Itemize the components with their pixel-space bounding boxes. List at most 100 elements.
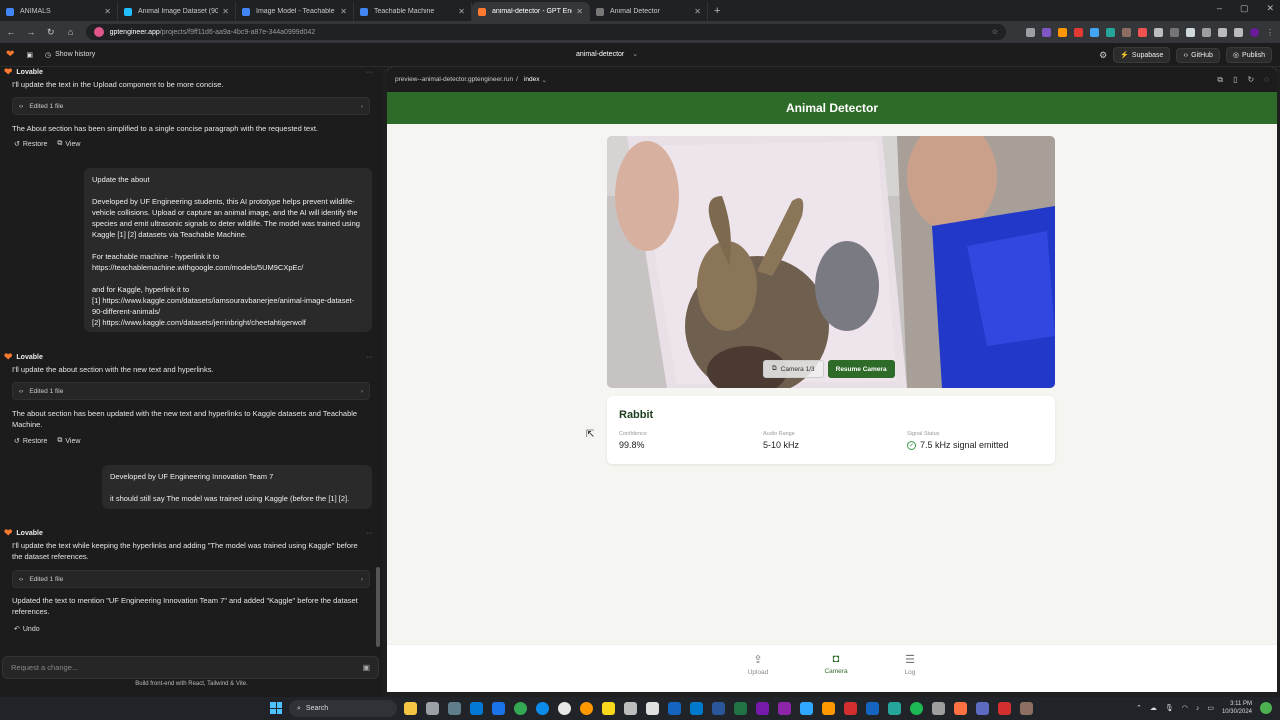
extension-icon[interactable]: [1089, 27, 1099, 37]
minimize-icon[interactable]: –: [1217, 3, 1222, 14]
app-icon[interactable]: [998, 702, 1011, 715]
extension-icon[interactable]: [1121, 27, 1131, 37]
publish-button[interactable]: ◎ Publish: [1225, 47, 1272, 63]
edge-icon[interactable]: [536, 702, 549, 715]
app-icon[interactable]: [1020, 702, 1033, 715]
close-tab-icon[interactable]: ✕: [340, 7, 347, 16]
browser-tab[interactable]: animal-detector - GPT Eng ✕: [472, 2, 590, 21]
download-icon[interactable]: [1217, 27, 1227, 37]
message-menu-icon[interactable]: ···: [366, 354, 373, 361]
clock[interactable]: 3:11 PM 10/30/2024: [1222, 700, 1252, 716]
browser-tab[interactable]: Animal Detector ✕: [590, 2, 708, 21]
nav-camera[interactable]: ◘ Camera: [816, 653, 856, 675]
app-icon[interactable]: [888, 702, 901, 715]
notification-icon[interactable]: [1260, 702, 1272, 714]
forward-icon[interactable]: →: [26, 27, 36, 37]
restore-button[interactable]: ↺ Restore: [14, 140, 47, 149]
chat-input[interactable]: Request a change... ▣: [2, 656, 379, 679]
restore-button[interactable]: ↺ Restore: [14, 437, 47, 446]
preview-url[interactable]: preview--animal-detector.gptengineer.run: [395, 76, 513, 83]
profile-avatar[interactable]: [1249, 27, 1259, 37]
onenote-icon[interactable]: [756, 702, 769, 715]
settings-icon[interactable]: ◌: [1264, 75, 1269, 85]
supabase-button[interactable]: ⚡ Supabase: [1113, 47, 1171, 63]
resume-camera-button[interactable]: Resume Camera: [827, 360, 895, 378]
excel-icon[interactable]: [734, 702, 747, 715]
menu-dots-icon[interactable]: ⋮: [1266, 28, 1274, 37]
microphone-icon[interactable]: 🎙: [1165, 704, 1174, 712]
url-input[interactable]: gptengineer.app/projects/f9ff11d6-aa9a-4…: [85, 24, 1006, 40]
app-icon[interactable]: [668, 702, 681, 715]
app-icon[interactable]: [646, 702, 659, 715]
maximize-icon[interactable]: ▢: [1240, 3, 1249, 14]
browser-tab[interactable]: Teachable Machine ✕: [354, 2, 472, 21]
extension-icon[interactable]: [1073, 27, 1083, 37]
device-mobile-icon[interactable]: ▯: [1233, 75, 1237, 85]
project-name-dropdown[interactable]: animal-detector ⌄: [576, 50, 638, 58]
app-icon[interactable]: [580, 702, 593, 715]
extension-icon[interactable]: [1025, 27, 1035, 37]
undo-button[interactable]: ↶ Undo: [14, 625, 40, 634]
volume-icon[interactable]: ♪: [1196, 705, 1200, 712]
close-tab-icon[interactable]: ✕: [576, 7, 583, 16]
sidebar-icon[interactable]: [1233, 27, 1243, 37]
app-icon[interactable]: [866, 702, 879, 715]
battery-icon[interactable]: ▭: [1207, 704, 1214, 712]
extension-icon[interactable]: [1169, 27, 1179, 37]
spotify-icon[interactable]: [910, 702, 923, 715]
new-tab-button[interactable]: +: [714, 5, 720, 21]
close-tab-icon[interactable]: ✕: [222, 7, 229, 16]
extension-icon[interactable]: [1137, 27, 1147, 37]
app-icon[interactable]: [778, 702, 791, 715]
extension-icon[interactable]: [1153, 27, 1163, 37]
browser-tab[interactable]: ANIMALS ✕: [0, 2, 118, 21]
lovable-logo-icon[interactable]: ❤: [6, 49, 14, 60]
taskbar-search[interactable]: ⌕ Search: [289, 700, 397, 717]
extension-icon[interactable]: [1185, 27, 1195, 37]
edited-files-card[interactable]: ‹› Edited 1 file ›: [12, 382, 370, 400]
show-history-button[interactable]: ◷ Show history: [39, 48, 101, 62]
extension-icon[interactable]: [1201, 27, 1211, 37]
app-icon[interactable]: [448, 702, 461, 715]
file-explorer-icon[interactable]: [404, 702, 417, 715]
attach-image-icon[interactable]: ▣: [362, 663, 370, 672]
close-tab-icon[interactable]: ✕: [104, 7, 111, 16]
app-icon[interactable]: [426, 702, 439, 715]
home-icon[interactable]: ⌂: [66, 27, 76, 37]
reload-icon[interactable]: ↻: [46, 27, 56, 38]
windows-start-icon[interactable]: [270, 702, 282, 714]
close-tab-icon[interactable]: ✕: [458, 7, 465, 16]
back-icon[interactable]: ←: [6, 27, 16, 37]
app-icon[interactable]: [624, 702, 637, 715]
app-icon[interactable]: [492, 702, 505, 715]
app-icon[interactable]: [558, 702, 571, 715]
app-icon[interactable]: [932, 702, 945, 715]
extension-icon[interactable]: [1105, 27, 1115, 37]
extension-icon[interactable]: [1057, 27, 1067, 37]
cloud-icon[interactable]: ☁: [1150, 704, 1157, 712]
nav-log[interactable]: ☰ Log: [890, 653, 930, 676]
github-button[interactable]: ‹› GitHub: [1176, 47, 1220, 63]
close-window-icon[interactable]: ✕: [1266, 3, 1274, 14]
app-icon[interactable]: [470, 702, 483, 715]
app-icon[interactable]: [822, 702, 835, 715]
app-icon[interactable]: [976, 702, 989, 715]
message-menu-icon[interactable]: ···: [366, 530, 373, 537]
message-menu-icon[interactable]: ···: [366, 69, 373, 76]
browser-tab[interactable]: Animal Image Dataset (90 Diffe✕: [118, 2, 236, 21]
extension-icon[interactable]: [1041, 27, 1051, 37]
chrome-icon[interactable]: [514, 702, 527, 715]
photoshop-icon[interactable]: [800, 702, 813, 715]
refresh-icon[interactable]: ↻: [1248, 75, 1255, 85]
switch-camera-button[interactable]: ⧉ Camera 1/3: [763, 360, 824, 378]
open-external-icon[interactable]: ⧉: [1217, 75, 1223, 85]
chat-scrollbar[interactable]: [376, 567, 380, 647]
preview-route-dropdown[interactable]: index: [524, 76, 540, 83]
edited-files-card[interactable]: ‹› Edited 1 file ›: [12, 570, 370, 588]
nav-upload[interactable]: ⇪ Upload: [738, 653, 778, 676]
word-icon[interactable]: [712, 702, 725, 715]
view-button[interactable]: ⧉ View: [57, 140, 80, 148]
close-tab-icon[interactable]: ✕: [694, 7, 701, 16]
bookmark-star-icon[interactable]: ☆: [992, 28, 998, 36]
acrobat-icon[interactable]: [844, 702, 857, 715]
